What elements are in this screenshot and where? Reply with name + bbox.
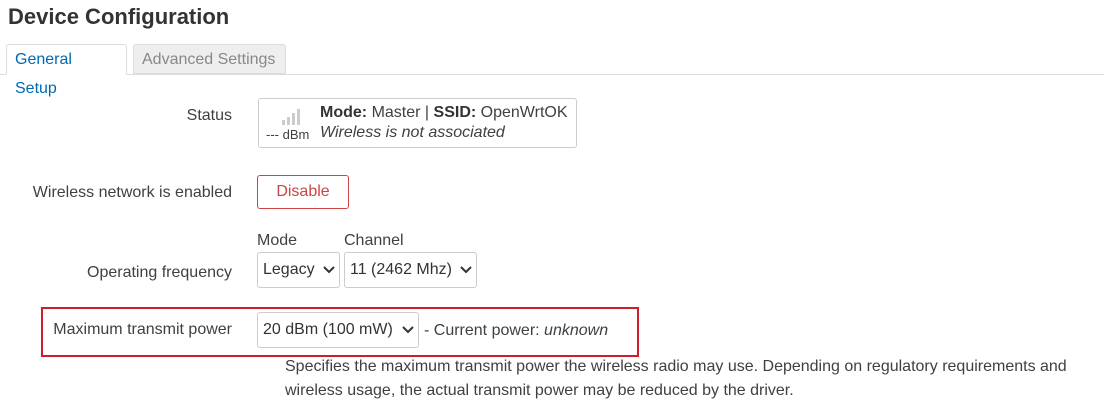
ssid-key: SSID: xyxy=(433,104,477,121)
signal-dbm: --- dBm xyxy=(266,127,310,142)
page-title: Device Configuration xyxy=(8,4,230,29)
tab-advanced-settings[interactable]: Advanced Settings xyxy=(133,44,286,74)
transmit-power-description: Specifies the maximum transmit power the… xyxy=(285,358,1067,399)
status-box: --- dBm Mode: Master | SSID: OpenWrtOK W… xyxy=(258,98,577,148)
tabs-divider xyxy=(0,74,1104,75)
disable-button[interactable]: Disable xyxy=(257,175,349,209)
association-status: Wireless is not associated xyxy=(320,124,505,141)
current-power-prefix: - Current power: xyxy=(424,322,540,339)
mode-sublabel: Mode xyxy=(257,232,298,249)
mode-key: Mode: xyxy=(320,104,368,121)
mode-select-value: Legacy xyxy=(263,261,315,278)
tab-general-setup[interactable]: General Setup xyxy=(6,44,127,97)
chevron-down-icon xyxy=(323,266,335,274)
signal-strength-icon xyxy=(282,109,300,125)
ssid-value: OpenWrtOK xyxy=(480,104,568,121)
channel-sublabel: Channel xyxy=(344,232,404,249)
status-mode-ssid: Mode: Master | SSID: OpenWrtOK xyxy=(320,104,568,122)
channel-select-value: 11 (2462 Mhz) xyxy=(350,261,452,278)
status-separator: | xyxy=(424,104,430,121)
wireless-enabled-label: Wireless network is enabled xyxy=(32,184,232,201)
current-power-text: - Current power: unknown xyxy=(424,322,608,340)
operating-frequency-label: Operating frequency xyxy=(87,264,232,281)
chevron-down-icon xyxy=(460,266,472,274)
transmit-power-label: Maximum transmit power xyxy=(53,321,232,338)
transmit-power-value: 20 dBm (100 mW) xyxy=(263,321,393,338)
mode-value: Master xyxy=(371,104,421,121)
channel-select[interactable]: 11 (2462 Mhz) xyxy=(344,252,477,288)
chevron-down-icon xyxy=(402,326,414,334)
mode-select[interactable]: Legacy xyxy=(257,252,340,288)
transmit-power-select[interactable]: 20 dBm (100 mW) xyxy=(257,312,419,348)
current-power-value: unknown xyxy=(544,322,609,339)
status-label: Status xyxy=(186,107,232,124)
